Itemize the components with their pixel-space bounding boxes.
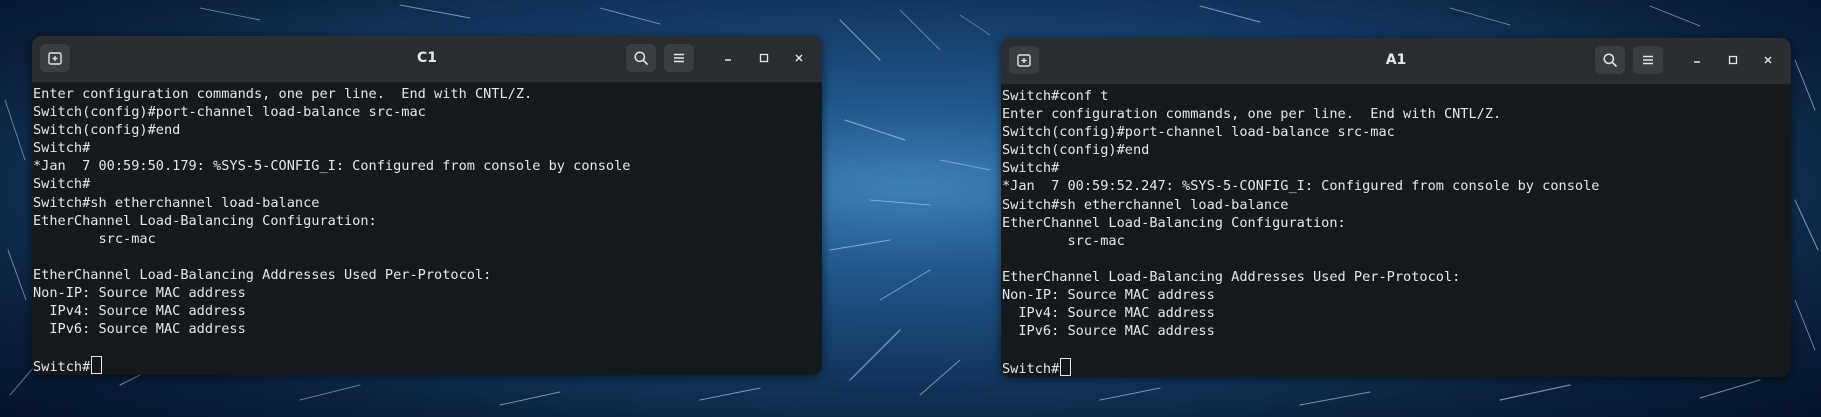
terminal-line: Switch#conf t — [1002, 88, 1109, 104]
window-title: A1 — [1385, 52, 1407, 68]
minimize-button[interactable] — [1686, 49, 1708, 71]
menu-button[interactable] — [1633, 46, 1663, 74]
terminal-line: Switch(config)#port-channel load-balance… — [1002, 124, 1395, 141]
terminal-line: Switch# — [1002, 160, 1060, 177]
terminal-output[interactable]: Enter configuration commands, one per li… — [32, 83, 822, 375]
text-cursor — [1060, 358, 1072, 377]
terminal-line: Switch#sh etherchannel load-balance — [33, 194, 320, 211]
terminal-line: EtherChannel Load-Balancing Addresses Us… — [1002, 268, 1461, 285]
close-button[interactable] — [1757, 49, 1779, 71]
terminal-line: Switch(config)#end — [1002, 142, 1150, 159]
close-button[interactable] — [788, 47, 810, 69]
terminal-line: Non-IP: Source MAC address — [33, 285, 246, 302]
terminal-line: *Jan 7 00:59:52.247: %SYS-5-CONFIG_I: Co… — [1002, 178, 1600, 195]
search-icon — [1603, 53, 1617, 67]
prompt-line[interactable]: Switch# — [33, 356, 822, 375]
terminal-line: Switch# — [33, 176, 91, 193]
minimize-icon — [725, 59, 731, 61]
prompt-text: Switch# — [33, 359, 91, 375]
maximize-icon — [759, 53, 769, 63]
terminal-line: IPv4: Source MAC address — [33, 303, 246, 320]
prompt-text: Switch# — [1002, 361, 1060, 377]
maximize-icon — [1728, 55, 1738, 65]
terminal-line: *Jan 7 00:59:50.179: %SYS-5-CONFIG_I: Co… — [33, 158, 631, 175]
terminal-line: EtherChannel Load-Balancing Addresses Us… — [33, 266, 492, 283]
text-cursor — [91, 356, 103, 375]
terminal-line: Switch#sh etherchannel load-balance — [1002, 196, 1289, 213]
terminal-line: Switch(config)#port-channel load-balance… — [33, 104, 426, 121]
terminal-line: IPv6: Source MAC address — [33, 321, 246, 338]
close-icon — [1764, 56, 1772, 64]
terminal-line: Non-IP: Source MAC address — [1002, 287, 1215, 304]
minimize-icon — [1694, 61, 1700, 63]
hamburger-menu-icon — [674, 53, 684, 63]
terminal-output[interactable]: Switch#conf t Enter configuration comman… — [1001, 85, 1791, 377]
terminal-line: Switch(config)#end — [33, 122, 181, 139]
headerbar[interactable]: A1 — [1001, 38, 1791, 85]
menu-button[interactable] — [664, 44, 694, 72]
minimize-button[interactable] — [717, 47, 739, 69]
terminal-line: Switch# — [33, 140, 91, 157]
terminal-line: src-mac — [1002, 232, 1125, 249]
terminal-line: IPv4: Source MAC address — [1002, 305, 1215, 322]
terminal-line: EtherChannel Load-Balancing Configuratio… — [1002, 214, 1346, 231]
terminal-line: src-mac — [33, 230, 156, 247]
terminal-line: Enter configuration commands, one per li… — [1002, 106, 1502, 123]
maximize-button[interactable] — [1722, 49, 1744, 71]
prompt-line[interactable]: Switch# — [1002, 358, 1791, 377]
terminal-line: IPv6: Source MAC address — [1002, 323, 1215, 340]
headerbar[interactable]: C1 — [32, 36, 822, 83]
search-icon — [634, 51, 648, 65]
terminal-line: Enter configuration commands, one per li… — [33, 86, 533, 102]
window-title: C1 — [416, 50, 437, 66]
terminal-window-a1[interactable]: A1 Switch#conf t Enter configuration com… — [1001, 38, 1791, 377]
terminal-window-c1[interactable]: C1 Enter configuration commands, one per… — [32, 36, 822, 375]
maximize-button[interactable] — [753, 47, 775, 69]
search-button[interactable] — [626, 44, 656, 72]
close-icon — [795, 54, 803, 62]
hamburger-menu-icon — [1643, 55, 1653, 65]
search-button[interactable] — [1595, 46, 1625, 74]
terminal-line: EtherChannel Load-Balancing Configuratio… — [33, 212, 377, 229]
